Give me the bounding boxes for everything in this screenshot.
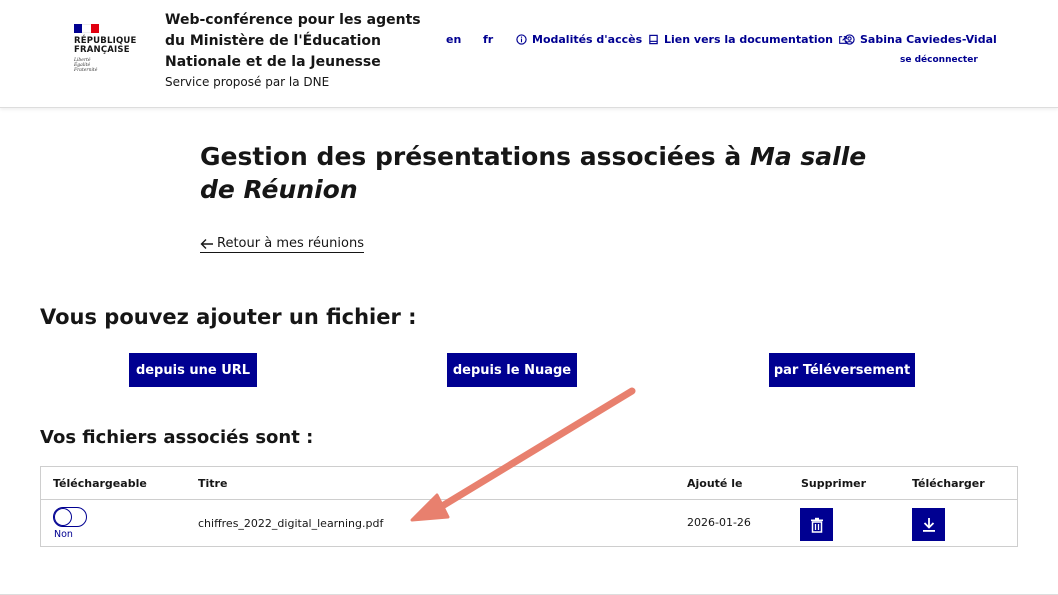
column-header-downloadable: Téléchargeable: [53, 477, 147, 490]
logout-link[interactable]: se déconnecter: [900, 55, 978, 65]
info-circle-icon: [516, 34, 527, 45]
service-title-line-1: Web-conférence pour les agents: [165, 12, 421, 28]
book-icon: [649, 34, 658, 45]
documentation-link[interactable]: Lien vers la documentation: [648, 33, 848, 46]
access-link[interactable]: Modalités d'accès: [516, 33, 642, 46]
delete-file-button[interactable]: [800, 508, 833, 541]
user-name: Sabina Caviedes-Vidal: [860, 33, 997, 46]
column-header-download: Télécharger: [912, 477, 985, 490]
header-tools: en fr Modalités d'accès Lien vers la doc…: [0, 33, 1058, 53]
site-header: RÉPUBLIQUE FRANÇAISE Liberté Égalité Fra…: [0, 0, 1058, 108]
file-title: chiffres_2022_digital_learning.pdf: [198, 517, 384, 530]
page-title: Gestion des présentations associées à Ma…: [200, 140, 880, 206]
access-link-label: Modalités d'accès: [532, 33, 643, 46]
add-file-heading: Vous pouvez ajouter un fichier :: [40, 305, 417, 329]
associated-files-heading: Vos fichiers associés sont :: [40, 427, 314, 448]
lang-fr-link[interactable]: fr: [483, 33, 493, 46]
motto-line-3: Fraternité: [74, 68, 98, 73]
trash-icon: [810, 517, 823, 533]
lang-en-link[interactable]: en: [446, 33, 461, 46]
download-icon: [922, 517, 935, 532]
add-from-url-button[interactable]: depuis une URL: [129, 353, 257, 387]
documentation-link-label: Lien vers la documentation: [664, 33, 833, 46]
add-from-cloud-button[interactable]: depuis le Nuage: [447, 353, 577, 387]
service-subtitle: Service proposé par la DNE: [165, 75, 330, 89]
user-account[interactable]: Sabina Caviedes-Vidal: [844, 33, 997, 46]
downloadable-toggle[interactable]: [53, 507, 87, 527]
table-header: Téléchargeable Titre Ajouté le Supprimer…: [41, 467, 1017, 500]
file-added-date: 2026-01-26: [687, 516, 751, 529]
download-file-button[interactable]: [912, 508, 945, 541]
page-title-prefix: Gestion des présentations associées à: [200, 142, 750, 171]
back-to-meetings-link[interactable]: Retour à mes réunions: [200, 236, 364, 253]
back-link-label: Retour à mes réunions: [217, 236, 364, 251]
add-by-upload-button[interactable]: par Téléversement: [769, 353, 915, 387]
logo-motto: Liberté Égalité Fraternité: [74, 58, 144, 73]
downloadable-toggle-label: Non: [54, 529, 73, 540]
arrow-left-icon: [200, 238, 213, 249]
files-table: Téléchargeable Titre Ajouté le Supprimer…: [40, 466, 1018, 547]
column-header-added: Ajouté le: [687, 477, 743, 490]
column-header-title: Titre: [198, 477, 228, 490]
toggle-knob: [54, 508, 72, 526]
table-row: Non chiffres_2022_digital_learning.pdf 2…: [41, 500, 1017, 546]
user-circle-icon: [844, 34, 855, 45]
french-flag-icon: [74, 24, 99, 33]
service-title-line-3: Nationale et de la Jeunesse: [165, 54, 381, 70]
column-header-delete: Supprimer: [801, 477, 867, 490]
